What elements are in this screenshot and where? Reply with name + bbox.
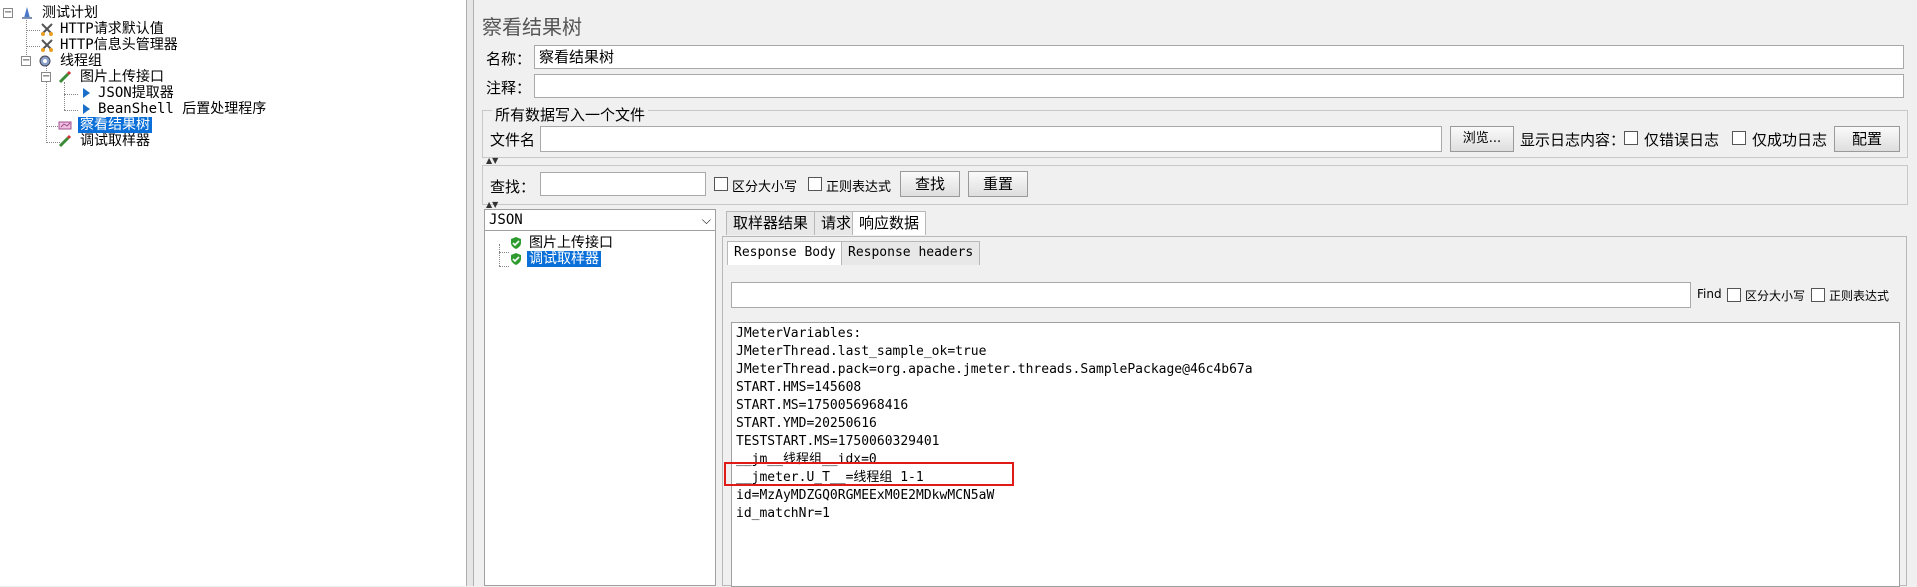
tree-node-label: 线程组	[60, 53, 102, 69]
sample-result-label: 图片上传接口	[529, 235, 613, 251]
response-find-input[interactable]	[731, 282, 1691, 308]
tree-node-label: JSON提取器	[98, 85, 174, 101]
highlight-box	[724, 462, 1014, 486]
success-shield-icon	[511, 253, 521, 265]
tree-connector	[26, 30, 40, 31]
renderer-dropdown[interactable]: JSON ⌵	[484, 209, 716, 231]
response-line: START.HMS=145608	[736, 380, 862, 395]
sample-detail-area: 取样器结果 请求 响应数据 Response Body Response hea…	[722, 209, 1907, 587]
case-sensitive-checkbox[interactable]	[714, 177, 728, 191]
tree-node-test-plan[interactable]: 测试计划	[20, 5, 100, 21]
find-case-checkbox[interactable]	[1727, 288, 1741, 302]
gear-icon	[39, 55, 51, 67]
pane-splitter[interactable]	[466, 0, 474, 586]
tree-node-label: HTTP请求默认值	[60, 21, 164, 37]
sample-result-label: 调试取样器	[527, 251, 601, 267]
tree-node-label: BeanShell 后置处理程序	[98, 101, 267, 117]
tree-connector	[64, 110, 78, 111]
collapse-toggle-icon[interactable]: −	[3, 8, 13, 18]
search-input[interactable]	[540, 172, 706, 196]
tree-connector	[26, 46, 40, 47]
comment-label: 注释：	[486, 79, 532, 97]
tree-node-header-manager[interactable]: HTTP信息头管理器	[40, 37, 180, 53]
tree-node-label: 察看结果树	[78, 117, 152, 133]
tree-node-http-defaults[interactable]: HTTP请求默认值	[40, 21, 166, 37]
success-shield-icon	[511, 237, 521, 249]
tab-response-data[interactable]: 响应数据	[852, 211, 927, 235]
response-line: JMeterThread.last_sample_ok=true	[736, 344, 987, 359]
find-case-label: 区分大小写	[1745, 289, 1806, 303]
response-line: START.MS=1750056968416	[736, 398, 909, 413]
collapse-toggle-icon[interactable]: −	[41, 72, 51, 82]
tree-node-json-extractor[interactable]: JSON提取器	[80, 85, 176, 101]
subtab-response-body[interactable]: Response Body	[727, 241, 843, 265]
tree-node-label: 调试取样器	[80, 133, 150, 149]
success-only-label: 仅成功日志	[1752, 131, 1828, 149]
pipette-icon	[58, 70, 72, 84]
tree-connector	[499, 252, 509, 253]
collapse-arrow-icon[interactable]: ▲▼	[486, 156, 498, 165]
tree-node-debug-sampler[interactable]: 调试取样器	[58, 133, 152, 149]
regex-label: 正则表达式	[826, 180, 892, 195]
view-results-tree-panel: 察看结果树 名称： 察看结果树 注释： 所有数据写入一个文件 文件名 浏览...…	[474, 0, 1917, 587]
tree-node-thread-group[interactable]: 线程组	[38, 53, 104, 69]
find-regex-checkbox[interactable]	[1811, 288, 1825, 302]
subtab-response-headers[interactable]: Response headers	[841, 241, 981, 265]
response-line: id=MzAyMDZGQ0RGMEExM0E2MDkwMCN5aW	[736, 488, 995, 503]
tree-node-label: 测试计划	[42, 5, 98, 21]
tree-node-label: HTTP信息头管理器	[60, 37, 178, 53]
listener-icon	[58, 121, 72, 130]
test-plan-icon	[22, 7, 32, 19]
tree-node-upload-sampler[interactable]: 图片上传接口	[58, 69, 166, 85]
browse-button[interactable]: 浏览...	[1450, 126, 1514, 152]
configure-button[interactable]: 配置	[1834, 126, 1900, 152]
pipette-icon	[58, 134, 72, 148]
find-label: Find	[1697, 287, 1722, 301]
collapse-toggle-icon[interactable]: −	[21, 56, 31, 66]
response-line: TESTSTART.MS=1750060329401	[736, 434, 940, 449]
config-scissors-icon	[41, 39, 53, 52]
extractor-arrow-icon	[83, 88, 90, 98]
find-regex-label: 正则表达式	[1829, 289, 1890, 303]
success-only-checkbox[interactable]	[1732, 131, 1746, 145]
tree-connector	[499, 244, 500, 266]
tree-connector	[499, 266, 509, 267]
reset-button[interactable]: 重置	[968, 171, 1028, 197]
filename-field[interactable]	[540, 126, 1442, 152]
response-line: START.YMD=20250616	[736, 416, 877, 431]
name-label: 名称：	[486, 50, 532, 68]
tree-node-view-results-tree[interactable]: 察看结果树	[58, 117, 152, 133]
renderer-selected: JSON	[489, 212, 523, 228]
search-label: 查找：	[490, 178, 536, 196]
comment-field[interactable]	[534, 74, 1904, 98]
tree-connector	[64, 94, 78, 95]
response-data-panel: Response Body Response headers Find 区分大小…	[722, 236, 1907, 587]
response-body-text[interactable]: JMeterVariables: JMeterThread.last_sampl…	[731, 322, 1900, 587]
tree-node-label: 图片上传接口	[80, 69, 164, 85]
tree-node-beanshell[interactable]: BeanShell 后置处理程序	[80, 101, 268, 117]
errors-only-checkbox[interactable]	[1624, 131, 1638, 145]
response-line: JMeterVariables:	[736, 326, 862, 341]
name-field[interactable]: 察看结果树	[534, 45, 1904, 69]
file-group-title: 所有数据写入一个文件	[492, 104, 649, 125]
chevron-down-icon: ⌵	[701, 213, 711, 227]
tree-connector	[64, 82, 65, 110]
test-plan-tree[interactable]: − − − 测试计划 HTTP请求默认值 HTTP信息头管理器 线程组 图片上传…	[0, 0, 466, 586]
case-sensitive-label: 区分大小写	[732, 180, 798, 195]
collapse-arrow-icon[interactable]: ▲▼	[486, 200, 498, 209]
filename-label: 文件名	[490, 131, 536, 149]
response-line: id_matchNr=1	[736, 506, 830, 521]
config-scissors-icon	[41, 23, 53, 36]
panel-title: 察看结果树	[482, 15, 582, 39]
sample-results-tree[interactable]: 图片上传接口 调试取样器	[484, 209, 716, 586]
errors-only-label: 仅错误日志	[1644, 131, 1720, 149]
regex-checkbox[interactable]	[808, 177, 822, 191]
log-display-label: 显示日志内容：	[1520, 131, 1626, 149]
find-button[interactable]: 查找	[900, 171, 960, 197]
sample-result-item[interactable]: 调试取样器	[509, 251, 601, 267]
response-line: JMeterThread.pack=org.apache.jmeter.thre…	[736, 362, 1253, 377]
extractor-arrow-icon	[83, 104, 90, 114]
tab-sampler-result[interactable]: 取样器结果	[726, 211, 816, 235]
sample-result-item[interactable]: 图片上传接口	[509, 235, 615, 251]
